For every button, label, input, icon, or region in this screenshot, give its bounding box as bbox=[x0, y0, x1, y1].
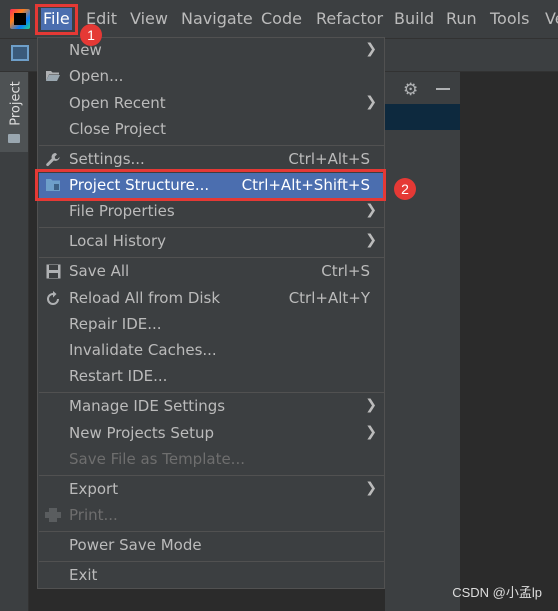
menu-separator bbox=[39, 561, 385, 562]
menu-separator bbox=[39, 257, 385, 258]
submenu-arrow-icon: ❯ bbox=[365, 424, 377, 440]
menu-item-open[interactable]: Open... bbox=[39, 64, 385, 90]
open-folder-icon bbox=[45, 69, 61, 85]
menu-item-label: Reload All from Disk bbox=[69, 289, 221, 307]
menu-item-new-projects-setup[interactable]: New Projects Setup ❯ bbox=[39, 421, 385, 447]
submenu-arrow-icon: ❯ bbox=[365, 480, 377, 496]
menu-file[interactable]: File bbox=[41, 8, 72, 30]
menu-item-shortcut: Ctrl+Alt+Y bbox=[288, 289, 370, 307]
menu-separator bbox=[39, 392, 385, 393]
menu-separator bbox=[39, 475, 385, 476]
menu-item-shortcut: Ctrl+Alt+S bbox=[288, 150, 370, 168]
menu-item-open-recent[interactable]: Open Recent ❯ bbox=[39, 91, 385, 117]
menu-item-label: New Projects Setup bbox=[69, 424, 215, 442]
project-tab-label: Project bbox=[8, 81, 24, 126]
project-window-icon[interactable] bbox=[11, 45, 29, 61]
step-badge-2: 2 bbox=[394, 178, 416, 200]
menu-item-label: Exit bbox=[69, 566, 98, 584]
menu-item-label: Save All bbox=[69, 262, 130, 280]
menu-item-label: Manage IDE Settings bbox=[69, 397, 226, 415]
menu-item-label: Print... bbox=[69, 506, 118, 524]
menu-item-label: Save File as Template... bbox=[69, 450, 245, 468]
menu-code[interactable]: Code bbox=[261, 9, 302, 28]
menu-refactor[interactable]: Refactor bbox=[316, 9, 383, 28]
submenu-arrow-icon: ❯ bbox=[365, 397, 377, 413]
menu-item-shortcut: Ctrl+Alt+Shift+S bbox=[241, 176, 370, 194]
file-menu-dropdown: New ❯ Open... Open Recent ❯ Close Projec… bbox=[37, 37, 385, 589]
menu-item-label: Open Recent bbox=[69, 94, 166, 112]
menu-item-label: File Properties bbox=[69, 202, 175, 220]
printer-icon bbox=[45, 508, 61, 524]
editor-area bbox=[461, 72, 558, 611]
menu-item-reload-all[interactable]: Reload All from Disk Ctrl+Alt+Y bbox=[39, 286, 385, 312]
menu-item-label: Local History bbox=[69, 232, 167, 250]
save-icon bbox=[45, 264, 61, 280]
menu-item-project-structure[interactable]: Project Structure... Ctrl+Alt+Shift+S bbox=[39, 173, 385, 199]
menu-build[interactable]: Build bbox=[394, 9, 434, 28]
project-tree-selected-row[interactable] bbox=[385, 104, 460, 130]
menu-item-label: Invalidate Caches... bbox=[69, 341, 217, 359]
gear-icon[interactable]: ⚙ bbox=[403, 80, 418, 100]
menu-item-export[interactable]: Export ❯ bbox=[39, 477, 385, 503]
menu-separator bbox=[39, 531, 385, 532]
menu-item-label: Export bbox=[69, 480, 119, 498]
menu-navigate[interactable]: Navigate bbox=[181, 9, 253, 28]
menu-item-power-save-mode[interactable]: Power Save Mode bbox=[39, 533, 385, 559]
menu-view[interactable]: View bbox=[130, 9, 168, 28]
menu-item-label: Project Structure... bbox=[69, 176, 210, 194]
menu-vcs[interactable]: Ve bbox=[545, 9, 558, 28]
menu-item-invalidate-caches[interactable]: Invalidate Caches... bbox=[39, 338, 385, 364]
menu-item-label: Open... bbox=[69, 67, 124, 85]
menu-item-save-all[interactable]: Save All Ctrl+S bbox=[39, 259, 385, 285]
intellij-logo-icon[interactable] bbox=[10, 9, 30, 29]
menu-item-local-history[interactable]: Local History ❯ bbox=[39, 229, 385, 255]
menu-item-print: Print... bbox=[39, 503, 385, 529]
menu-item-label: Close Project bbox=[69, 120, 166, 138]
menu-item-label: Settings... bbox=[69, 150, 145, 168]
submenu-arrow-icon: ❯ bbox=[365, 202, 377, 218]
folder-icon bbox=[8, 134, 20, 143]
menu-tools[interactable]: Tools bbox=[490, 9, 529, 28]
project-structure-icon bbox=[45, 178, 61, 194]
menu-item-restart-ide[interactable]: Restart IDE... bbox=[39, 364, 385, 390]
submenu-arrow-icon: ❯ bbox=[365, 94, 377, 110]
menu-item-shortcut: Ctrl+S bbox=[321, 262, 370, 280]
menu-item-label: Power Save Mode bbox=[69, 536, 202, 554]
menu-run[interactable]: Run bbox=[446, 9, 477, 28]
menu-item-close-project[interactable]: Close Project bbox=[39, 117, 385, 143]
menu-item-settings[interactable]: Settings... Ctrl+Alt+S bbox=[39, 147, 385, 173]
hide-panel-icon[interactable] bbox=[436, 88, 450, 90]
project-tree-panel bbox=[385, 130, 460, 611]
reload-icon bbox=[45, 291, 61, 307]
menu-item-manage-ide-settings[interactable]: Manage IDE Settings ❯ bbox=[39, 394, 385, 420]
watermark: CSDN @小孟lp bbox=[452, 585, 542, 600]
step-badge-1: 1 bbox=[80, 24, 102, 46]
submenu-arrow-icon: ❯ bbox=[365, 41, 377, 57]
menu-item-file-properties[interactable]: File Properties ❯ bbox=[39, 199, 385, 225]
submenu-arrow-icon: ❯ bbox=[365, 232, 377, 248]
menu-item-repair-ide[interactable]: Repair IDE... bbox=[39, 312, 385, 338]
menu-item-label: Restart IDE... bbox=[69, 367, 168, 385]
menu-separator bbox=[39, 145, 385, 146]
menu-separator bbox=[39, 227, 385, 228]
menu-item-save-as-template: Save File as Template... bbox=[39, 447, 385, 473]
menu-item-label: Repair IDE... bbox=[69, 315, 162, 333]
wrench-icon bbox=[45, 152, 61, 168]
left-tool-strip bbox=[0, 72, 29, 611]
menu-item-exit[interactable]: Exit bbox=[39, 563, 385, 589]
